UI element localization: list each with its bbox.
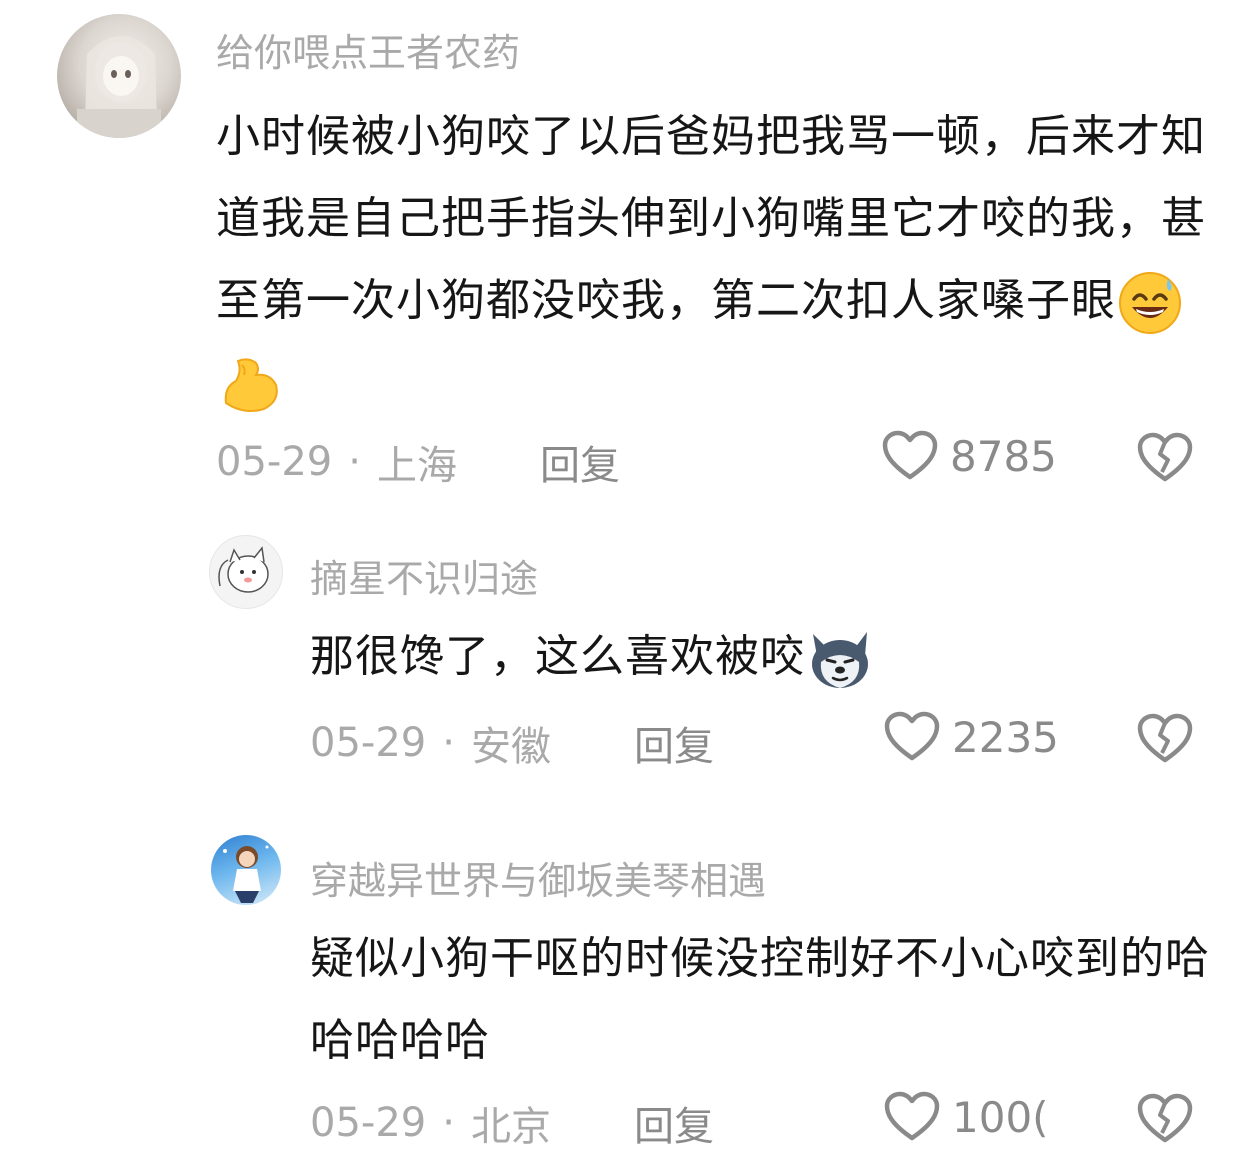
heart-outline-icon — [884, 1091, 940, 1141]
comment-location: 上海 — [376, 443, 457, 489]
reply-button[interactable]: 回复 — [540, 433, 620, 491]
flexed-biceps-emoji — [224, 358, 278, 412]
meta-separator: · — [348, 439, 361, 485]
comment-text-body: 小时候被小狗咬了以后爸妈把我骂一顿，后来才知道我是自己把手指头伸到小狗嘴里它才咬… — [216, 111, 1206, 326]
dislike-button[interactable] — [1137, 713, 1193, 769]
comment-date: 05-29 — [310, 1100, 427, 1146]
comment-meta: 05-29 · 安徽 — [310, 714, 551, 772]
broken-heart-icon — [1137, 432, 1193, 482]
comment-text: 疑似小狗干呕的时候没控制好不小心咬到的哈哈哈哈哈 — [310, 918, 1210, 1082]
broken-heart-icon — [1137, 713, 1193, 763]
comment-text-body: 那很馋了，这么喜欢被咬 — [310, 631, 805, 682]
like-count: 2235 — [952, 712, 1059, 762]
grinning-sweat-emoji — [1119, 272, 1181, 334]
comment-text-body: 疑似小狗干呕的时候没控制好不小心咬到的哈哈哈哈哈 — [310, 933, 1210, 1066]
meta-separator: · — [442, 1100, 455, 1146]
reply-button[interactable]: 回复 — [634, 1094, 714, 1152]
avatar-image — [77, 36, 161, 138]
avatar-comment-1[interactable] — [57, 14, 181, 138]
username[interactable]: 穿越异世界与御坂美琴相遇 — [310, 850, 766, 905]
comment-date: 05-29 — [216, 439, 333, 485]
comment-location: 北京 — [470, 1104, 551, 1150]
like-count: 8785 — [950, 431, 1057, 481]
heart-outline-icon — [882, 430, 938, 480]
like-button[interactable]: 100( — [884, 1091, 1049, 1143]
husky-dog-emoji — [812, 632, 868, 688]
meta-separator: · — [442, 720, 455, 766]
avatar-image — [218, 546, 269, 593]
dislike-button[interactable] — [1137, 1093, 1193, 1149]
like-button[interactable]: 2235 — [884, 711, 1059, 763]
avatar-comment-3[interactable] — [211, 835, 281, 905]
like-button[interactable]: 8785 — [882, 430, 1057, 482]
username[interactable]: 给你喂点王者农药 — [216, 22, 520, 77]
comment-date: 05-29 — [310, 720, 427, 766]
heart-outline-icon — [884, 711, 940, 761]
comment-location: 安徽 — [470, 724, 551, 770]
username[interactable]: 摘星不识归途 — [310, 548, 538, 603]
comment-meta: 05-29 · 上海 — [216, 433, 457, 491]
dislike-button[interactable] — [1137, 432, 1193, 488]
reply-button[interactable]: 回复 — [634, 714, 714, 772]
avatar-comment-2[interactable] — [209, 535, 283, 609]
like-count: 100( — [952, 1092, 1049, 1142]
comment-meta: 05-29 · 北京 — [310, 1094, 551, 1152]
comment-text: 小时候被小狗咬了以后爸妈把我骂一顿，后来才知道我是自己把手指头伸到小狗嘴里它才咬… — [216, 96, 1206, 424]
comment-text: 那很馋了，这么喜欢被咬 — [310, 616, 1210, 698]
broken-heart-icon — [1137, 1093, 1193, 1143]
avatar-image — [223, 845, 269, 903]
